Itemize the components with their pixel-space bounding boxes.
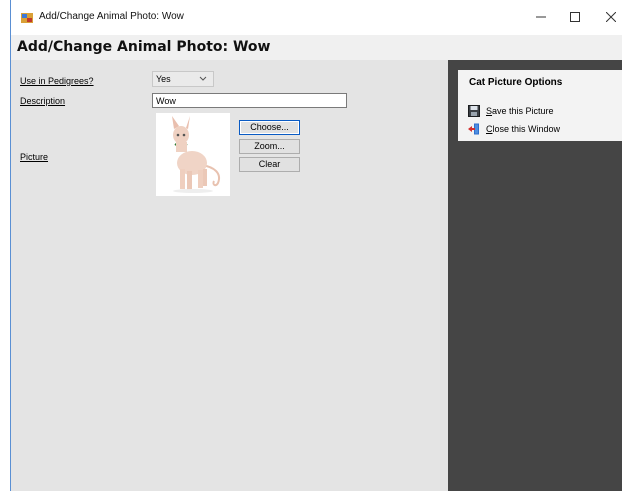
page-header: Add/Change Animal Photo: Wow [11,35,622,60]
chevron-down-icon [199,72,207,90]
save-picture-label: Save this Picture [486,106,554,116]
cat-photo-image [156,113,230,196]
cat-picture [156,113,230,196]
picture-label: Picture [20,152,49,162]
options-title: Cat Picture Options [469,77,563,88]
options-panel: Cat Picture Options Save this Picture Cl… [448,60,622,491]
page-title: Add/Change Animal Photo: Wow [17,39,271,55]
zoom-button[interactable]: Zoom... [239,139,300,154]
maximize-icon [570,12,580,22]
save-picture-item[interactable]: Save this Picture [468,104,554,118]
exit-door-icon [468,123,479,135]
choose-button[interactable]: Choose... [239,120,300,135]
floppy-disk-icon [468,105,480,117]
description-label: Description [20,96,66,106]
close-window-label: Close this Window [486,124,561,134]
window-title: Add/Change Animal Photo: Wow [39,11,184,22]
app-window: Add/Change Animal Photo: Wow Add/Change … [10,0,622,491]
use-in-pedigrees-value: Yes [156,74,171,84]
clear-button[interactable]: Clear [239,157,300,172]
close-button[interactable] [596,6,622,28]
description-field[interactable] [152,93,347,108]
minimize-icon [536,16,546,18]
app-icon [21,13,33,23]
close-icon [606,12,616,22]
options-box: Cat Picture Options Save this Picture Cl… [458,70,622,141]
use-in-pedigrees-label: Use in Pedigrees? [20,76,94,86]
use-in-pedigrees-select[interactable]: Yes [152,71,214,87]
close-window-item[interactable]: Close this Window [468,122,560,136]
title-bar[interactable]: Add/Change Animal Photo: Wow [11,0,622,35]
minimize-button[interactable] [526,6,556,28]
maximize-button[interactable] [560,6,590,28]
